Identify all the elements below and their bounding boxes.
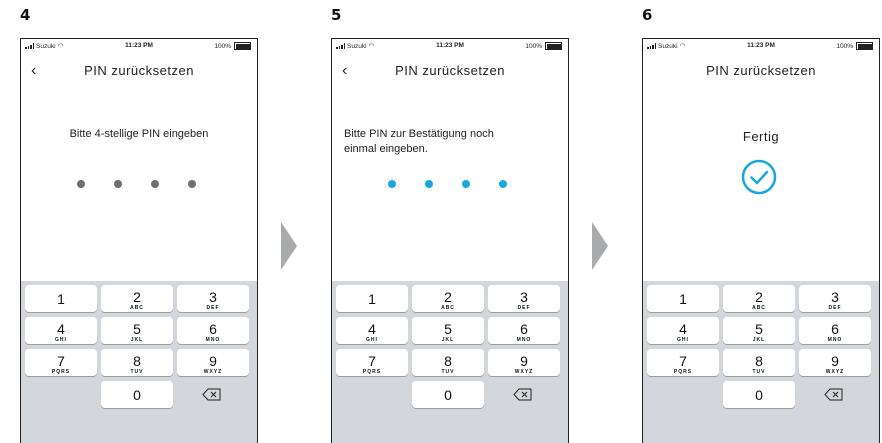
key-9[interactable]: 9 WXYZ: [488, 349, 560, 376]
phone-screen-step-5: Suzuki ◠ 11:23 PM 100% ‹ PIN zurücksetzen…: [331, 38, 569, 443]
key-1[interactable]: 1: [647, 285, 719, 312]
step-number-6: 6: [642, 6, 653, 24]
key-8[interactable]: 8 TUV: [412, 349, 484, 376]
check-circle-icon: [741, 159, 777, 195]
key-4[interactable]: 4 GHI: [25, 317, 97, 344]
page-title: PIN zurücksetzen: [84, 63, 194, 78]
pin-dot: [388, 180, 396, 188]
pin-prompt: Bitte 4-stellige PIN eingeben: [69, 128, 209, 140]
key-6[interactable]: 6 MNO: [177, 317, 249, 344]
nav-bar: ‹ PIN zurücksetzen: [21, 62, 257, 83]
key-9[interactable]: 9 WXYZ: [799, 349, 871, 376]
numeric-keypad: 1 2 ABC 3 DEF 4 GHI 5 JKL 6 MNO 7 PQRS 8 TUV 9W…: [643, 281, 879, 443]
key-0[interactable]: 0: [723, 381, 795, 408]
key-5[interactable]: 5 JKL: [101, 317, 173, 344]
key-0[interactable]: 0: [412, 381, 484, 408]
key-9[interactable]: 9 WXYZ: [177, 349, 249, 376]
status-bar: Suzuki ◠ 11:23 PM 100%: [643, 41, 879, 53]
numeric-keypad: 1 2 ABC 3 DEF 4 GHI 5 JKL 6 MNO 7 PQRS 8 TUV 9W…: [21, 281, 257, 443]
battery-percent: 100%: [214, 42, 231, 50]
battery-icon: [234, 42, 251, 50]
pin-dot: [499, 180, 507, 188]
battery-icon: [545, 42, 562, 50]
pin-prompt-line-2: einmal eingeben.: [344, 143, 428, 155]
status-bar: Suzuki ◠ 11:23 PM 100%: [332, 41, 568, 53]
battery-percent: 100%: [836, 42, 853, 50]
key-0[interactable]: 0: [101, 381, 173, 408]
key-4[interactable]: 4 GHI: [647, 317, 719, 344]
status-bar: Suzuki ◠ 11:23 PM 100%: [21, 41, 257, 53]
key-2[interactable]: 2 ABC: [101, 285, 173, 312]
key-7[interactable]: 7 PQRS: [336, 349, 408, 376]
pin-dot: [151, 180, 159, 188]
key-3[interactable]: 3 DEF: [488, 285, 560, 312]
key-5[interactable]: 5 JKL: [412, 317, 484, 344]
phone-screen-step-6: Suzuki ◠ 11:23 PM 100% PIN zurücksetzen F…: [642, 38, 880, 443]
key-4[interactable]: 4 GHI: [336, 317, 408, 344]
pin-dot: [77, 180, 85, 188]
key-6[interactable]: 6 MNO: [799, 317, 871, 344]
pin-prompt-line-1: Bitte PIN zur Bestätigung noch: [344, 128, 494, 140]
page-title: PIN zurücksetzen: [395, 63, 505, 78]
phone-screen-step-4: Suzuki ◠ 11:23 PM 100% ‹ PIN zurücksetzen…: [20, 38, 258, 443]
key-8[interactable]: 8 TUV: [723, 349, 795, 376]
next-arrow-icon: [592, 222, 608, 270]
done-label: Fertig: [742, 129, 780, 144]
backspace-icon[interactable]: [799, 381, 871, 408]
key-7[interactable]: 7 PQRS: [25, 349, 97, 376]
pin-dot: [114, 180, 122, 188]
key-1[interactable]: 1: [336, 285, 408, 312]
numeric-keypad: 1 2 ABC 3 DEF 4 GHI 5 JKL 6 MNO 7 PQRS 8 TUV 9W…: [332, 281, 568, 443]
key-1[interactable]: 1: [25, 285, 97, 312]
key-5[interactable]: 5 JKL: [723, 317, 795, 344]
key-2[interactable]: 2 ABC: [723, 285, 795, 312]
pin-prompt: Bitte PIN zur Bestätigung noch einmal ei…: [344, 127, 494, 157]
page-title: PIN zurücksetzen: [706, 63, 816, 78]
key-8[interactable]: 8 TUV: [101, 349, 173, 376]
pin-dots: [21, 180, 257, 190]
key-7[interactable]: 7 PQRS: [647, 349, 719, 376]
nav-bar: PIN zurücksetzen: [643, 63, 879, 83]
battery-icon: [856, 42, 873, 50]
pin-dot: [188, 180, 196, 188]
backspace-icon[interactable]: [488, 381, 560, 408]
battery-percent: 100%: [525, 42, 542, 50]
pin-dot: [425, 180, 433, 188]
next-arrow-icon: [281, 222, 297, 270]
key-3[interactable]: 3 DEF: [799, 285, 871, 312]
pin-dots: [332, 180, 568, 190]
backspace-icon[interactable]: [177, 381, 249, 408]
step-number-5: 5: [331, 6, 342, 24]
step-number-4: 4: [20, 6, 31, 24]
key-3[interactable]: 3 DEF: [177, 285, 249, 312]
key-6[interactable]: 6 MNO: [488, 317, 560, 344]
nav-bar: ‹ PIN zurücksetzen: [332, 62, 568, 83]
key-2[interactable]: 2 ABC: [412, 285, 484, 312]
pin-dot: [462, 180, 470, 188]
